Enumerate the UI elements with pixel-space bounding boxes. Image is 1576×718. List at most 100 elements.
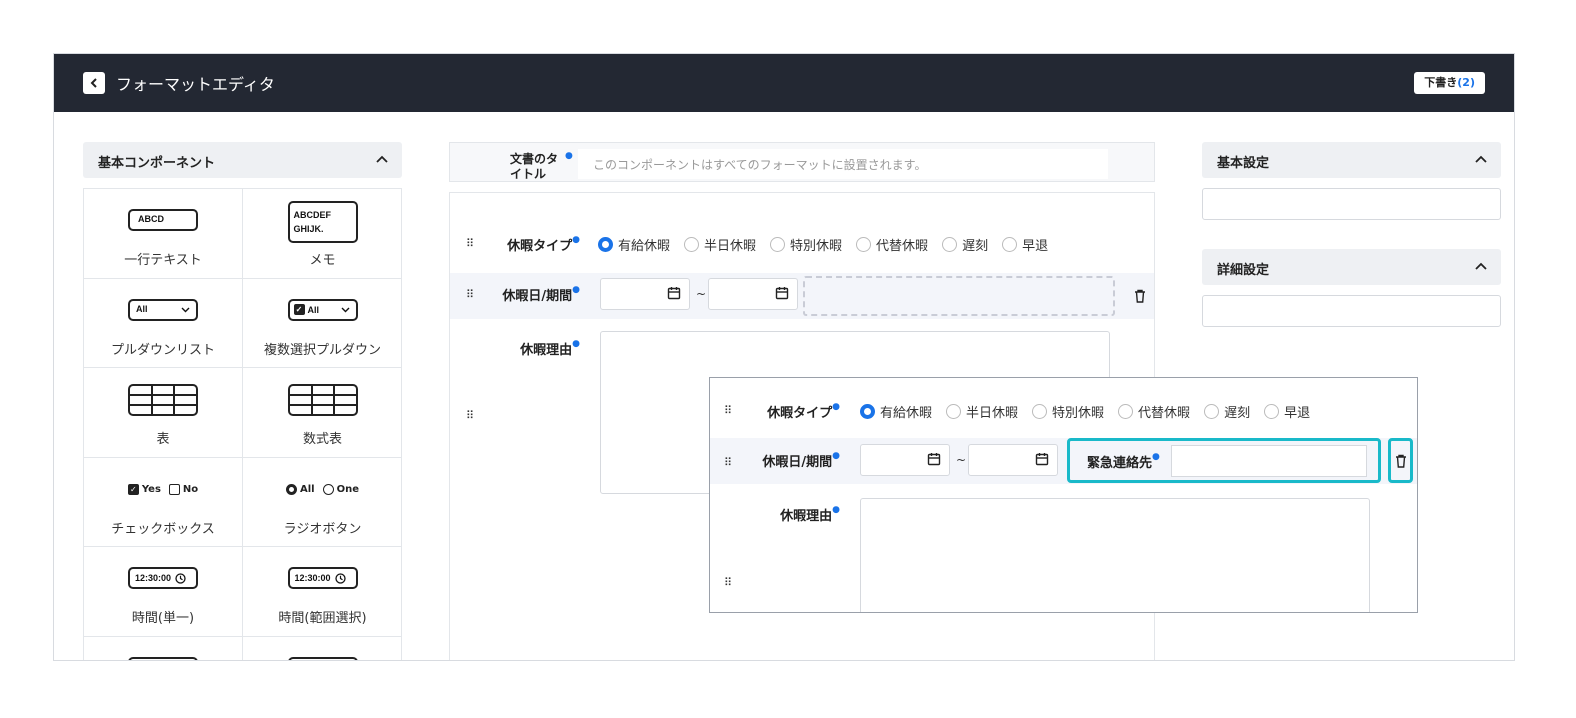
component-icon — [287, 656, 358, 660]
palette-item-more[interactable] — [84, 636, 243, 660]
drag-handle-icon[interactable]: ⠿ — [466, 237, 474, 250]
radio-icon: All One — [243, 483, 402, 495]
radio-option[interactable]: 遅刻 — [1204, 402, 1250, 421]
radio-unselected-icon — [1204, 404, 1220, 419]
palette-item-label: メモ — [309, 253, 336, 268]
detail-settings-header[interactable]: 詳細設定 — [1202, 249, 1501, 285]
emergency-contact-input[interactable] — [1171, 445, 1367, 477]
emergency-contact-label: 緊急連絡先● — [1087, 452, 1160, 471]
start-date-input[interactable] — [860, 444, 950, 476]
radio-unselected-icon — [770, 237, 786, 252]
palette-item-memo[interactable]: ABCDEF GHIJK. メモ — [243, 189, 402, 279]
palette-item-radio[interactable]: All One ラジオボタン — [243, 458, 402, 547]
radio-option[interactable]: 早退 — [1002, 235, 1048, 254]
time-icon: 12:30:00 — [128, 567, 198, 589]
basic-settings-header[interactable]: 基本設定 — [1202, 142, 1501, 178]
back-button[interactable] — [83, 72, 105, 94]
draft-count: (2) — [1457, 76, 1475, 89]
trash-icon — [1395, 454, 1406, 468]
dropdown-icon: All — [128, 298, 198, 321]
radio-unselected-icon — [1002, 237, 1018, 252]
radio-option[interactable]: 有給休暇 — [598, 235, 670, 254]
drag-handle-icon[interactable]: ⠿ — [466, 409, 474, 422]
palette-item-label: プルダウンリスト — [110, 342, 215, 358]
radio-option[interactable]: 特別休暇 — [1032, 402, 1104, 421]
radio-unselected-icon — [1118, 404, 1134, 419]
palette-title: 基本コンポーネント — [98, 156, 216, 171]
zoomed-form-preview: ⠿ 休暇タイプ● 有給休暇 半日休暇 特別休暇 代替休暇 遅刻 早退 ⠿ 休暇日… — [709, 377, 1418, 613]
palette-header[interactable]: 基本コンポーネント — [83, 142, 402, 178]
palette-item-label: ラジオボタン — [283, 521, 362, 537]
palette-item-table[interactable]: 表 — [84, 368, 243, 458]
doc-title-row: 文書のタイトル ● このコンポーネントはすべてのフォーマットに設置されます。 — [449, 142, 1155, 182]
leave-type-label: 休暇タイプ● — [767, 402, 840, 421]
end-date-input[interactable] — [708, 278, 798, 310]
palette-item-dropdown[interactable]: All プルダウンリスト — [84, 278, 243, 368]
drag-handle-icon[interactable]: ⠿ — [724, 456, 732, 469]
top-bar: フォーマットエディタ 下書き(2) — [54, 54, 1514, 112]
palette-item-single-text[interactable]: ABCD 一行テキスト — [84, 189, 243, 279]
start-date-input[interactable] — [600, 278, 690, 310]
drag-handle-icon[interactable]: ⠿ — [466, 288, 474, 301]
chevron-up-icon — [376, 155, 388, 163]
palette-item-multi-dropdown[interactable]: ✓ All 複数選択プルダウン — [243, 279, 402, 368]
radio-option[interactable]: 半日休暇 — [684, 235, 756, 254]
radio-option[interactable]: 有給休暇 — [860, 402, 932, 421]
palette-item-checkbox[interactable]: ✓ Yes No チェックボックス — [84, 457, 243, 547]
radio-unselected-icon — [856, 237, 872, 252]
component-palette: ABCD 一行テキスト ABCDEF GHIJK. メモ All プルダウンリス… — [83, 188, 402, 660]
radio-option[interactable]: 早退 — [1264, 402, 1310, 421]
palette-item-label: 数式表 — [302, 432, 342, 447]
draft-button[interactable]: 下書き(2) — [1414, 72, 1485, 94]
palette-item-label: 表 — [156, 432, 170, 447]
time-range-icon: 12:30:00 — [287, 567, 358, 589]
end-date-input[interactable] — [968, 444, 1058, 476]
trash-icon[interactable] — [1134, 289, 1146, 303]
radio-option[interactable]: 半日休暇 — [946, 402, 1018, 421]
drag-handle-icon[interactable]: ⠿ — [724, 576, 732, 589]
radio-unselected-icon — [322, 483, 334, 495]
date-separator: ~ — [956, 453, 967, 467]
chevron-left-icon — [90, 78, 97, 88]
basic-settings-title: 基本設定 — [1217, 156, 1270, 171]
reason-label: 休暇理由● — [780, 505, 840, 524]
radio-option[interactable]: 遅刻 — [942, 235, 988, 254]
chevron-down-icon — [341, 307, 349, 312]
radio-selected-icon — [860, 404, 875, 419]
palette-item-label: 時間(単一) — [131, 611, 195, 626]
radio-selected-icon — [598, 237, 613, 252]
radio-unselected-icon — [684, 237, 700, 252]
radio-option[interactable]: 代替休暇 — [1118, 402, 1190, 421]
palette-item-formula-table[interactable]: 数式表 — [243, 368, 402, 458]
drag-handle-icon[interactable]: ⠿ — [724, 404, 732, 417]
radio-option[interactable]: 代替休暇 — [856, 235, 928, 254]
doc-title-input[interactable]: このコンポーネントはすべてのフォーマットに設置されます。 — [578, 149, 1108, 179]
detail-settings-title: 詳細設定 — [1217, 263, 1270, 278]
palette-item-time-range[interactable]: 12:30:00 時間(範囲選択) — [243, 547, 402, 637]
checkbox-icon: ✓ Yes No — [84, 483, 242, 495]
reason-textarea[interactable] — [860, 498, 1370, 612]
palette-item-time-single[interactable]: 12:30:00 時間(単一) — [84, 547, 243, 637]
palette-item-more[interactable] — [243, 637, 402, 660]
single-text-icon: ABCD — [128, 209, 198, 231]
multi-dropdown-icon: ✓ All — [287, 298, 358, 321]
leave-date-label: 休暇日/期間● — [502, 285, 580, 304]
calendar-icon — [1035, 453, 1049, 466]
chevron-up-icon — [1475, 262, 1487, 270]
radio-selected-icon — [285, 483, 297, 495]
draft-label: 下書き — [1424, 76, 1458, 89]
radio-option[interactable]: 特別休暇 — [770, 235, 842, 254]
checkbox-unchecked-icon — [168, 483, 180, 495]
palette-item-label: 複数選択プルダウン — [263, 342, 381, 358]
doc-title-label: 文書のタイトル ● — [510, 151, 573, 181]
emergency-contact-field: 緊急連絡先● — [1067, 438, 1381, 483]
delete-button[interactable] — [1388, 438, 1413, 483]
component-icon — [128, 656, 198, 660]
calendar-icon — [927, 453, 941, 466]
radio-unselected-icon — [1264, 404, 1280, 419]
drop-zone[interactable] — [803, 276, 1115, 316]
basic-settings-panel — [1202, 188, 1501, 220]
leave-type-label: 休暇タイプ● — [507, 235, 580, 254]
palette-item-label: 一行テキスト — [124, 253, 202, 268]
memo-icon: ABCDEF GHIJK. — [287, 201, 358, 243]
